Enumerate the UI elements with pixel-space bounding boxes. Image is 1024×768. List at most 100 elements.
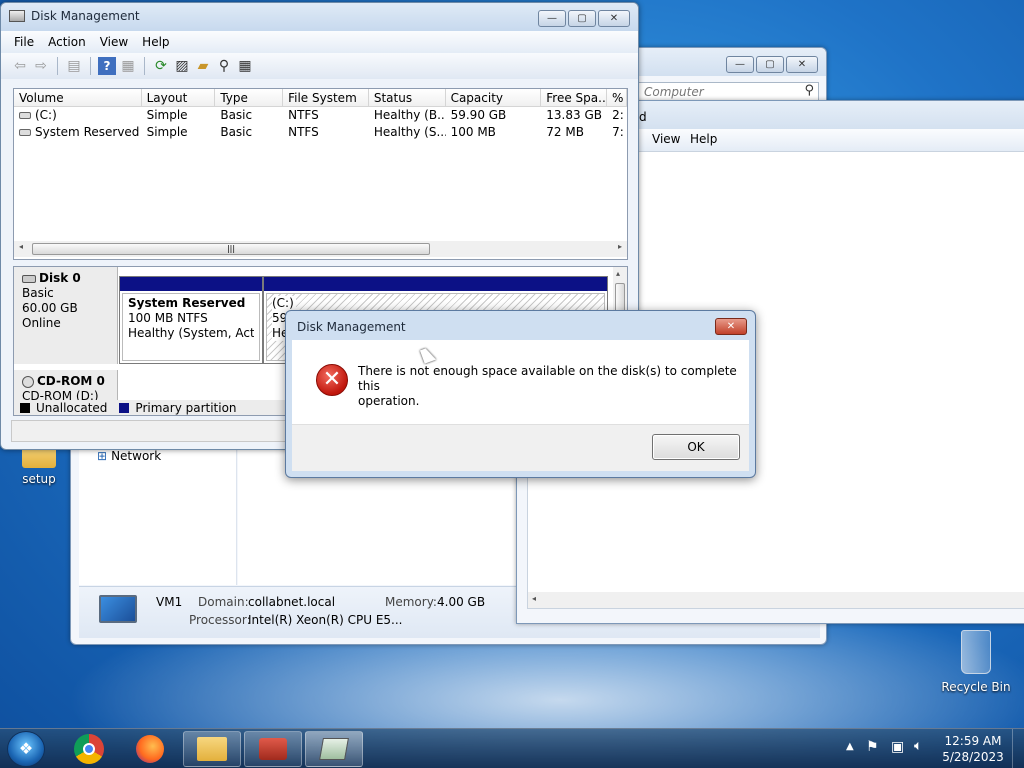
col-header-percent-free[interactable]: % — [607, 89, 627, 106]
start-button[interactable]: ❖ — [7, 731, 45, 767]
menu-view[interactable]: View — [652, 132, 680, 146]
dialog-message: There is not enough space available on t… — [358, 364, 738, 409]
toolbar-separator — [144, 57, 145, 75]
domain-value: collabnet.local — [248, 595, 336, 609]
action-center-icon[interactable]: ⚑ — [866, 739, 879, 755]
menu-help[interactable]: Help — [142, 35, 169, 49]
show-desktop-button[interactable] — [1012, 729, 1024, 768]
message-line-1: There is not enough space available on t… — [358, 364, 737, 393]
col-header-volume[interactable]: Volume — [14, 89, 142, 106]
scroll-left-arrow[interactable]: ◂ — [532, 594, 536, 603]
minimize-button[interactable]: — — [726, 56, 754, 73]
dialog-close-button[interactable]: ✕ — [715, 318, 747, 335]
legend-unallocated: Unallocated — [36, 400, 108, 415]
desktop-icon-recycle-bin[interactable]: Recycle Bin — [940, 630, 1012, 694]
free-space-cell: 72 MB — [546, 125, 584, 139]
menu-file[interactable]: File — [14, 35, 34, 49]
scroll-thumb[interactable]: ||| — [32, 243, 430, 255]
cdrom-name: CD-ROM 0 — [37, 374, 105, 388]
file-system-cell: NTFS — [288, 108, 319, 122]
col-header-layout[interactable]: Layout — [142, 89, 216, 106]
desktop-icon-setup[interactable]: setup — [14, 444, 64, 486]
drive-icon — [19, 112, 31, 119]
table-row[interactable]: (C:) Simple Basic NTFS Healthy (B... 59.… — [14, 107, 627, 124]
taskbar-server-manager[interactable] — [244, 731, 302, 767]
menu-action[interactable]: Action — [48, 35, 86, 49]
disk0-name: Disk 0 — [39, 271, 81, 285]
col-header-capacity[interactable]: Capacity — [446, 89, 542, 106]
menu-help[interactable]: Help — [690, 132, 717, 146]
volume-cell: System Reserved — [14, 124, 142, 141]
legend-swatch-unallocated — [20, 402, 30, 413]
cdrom-title: CD-ROM 0 — [22, 374, 109, 389]
properties-icon[interactable]: ▦ — [119, 57, 137, 75]
partition-body: System Reserved 100 MB NTFS Healthy (Sys… — [122, 293, 260, 361]
taskbar-chrome[interactable] — [60, 731, 118, 767]
open-folder-icon[interactable]: ▰ — [194, 57, 212, 75]
volume-list-panel: Volume Layout Type File System Status Ca… — [13, 88, 628, 260]
table-row[interactable]: System Reserved Simple Basic NTFS Health… — [14, 124, 627, 141]
toolbar-separator — [57, 57, 58, 75]
volume-list-hscrollbar[interactable]: ◂ ||| ▸ — [14, 241, 627, 257]
capacity-cell: 59.90 GB — [450, 108, 507, 122]
explore-icon[interactable]: ⚲ — [215, 57, 233, 75]
network-tray-icon[interactable]: ▣ — [891, 739, 904, 755]
front-hscrollbar[interactable]: ◂ — [528, 592, 1024, 608]
disk-management-icon — [319, 738, 349, 760]
search-box[interactable]: Computer ⚲ — [637, 82, 819, 102]
minimize-button[interactable]: — — [538, 10, 566, 27]
nav-item-network[interactable]: ⊞ Network — [97, 449, 161, 463]
dialog-footer: OK — [292, 424, 749, 471]
close-button[interactable]: ✕ — [598, 10, 630, 27]
col-header-status[interactable]: Status — [369, 89, 446, 106]
partition-header-bar — [264, 277, 607, 291]
percent-free-cell: 2: — [612, 108, 624, 122]
memory-value: 4.00 GB — [437, 595, 486, 609]
maximize-button[interactable]: ▢ — [568, 10, 596, 27]
partition-name: (C:) — [272, 296, 296, 311]
search-icon: ⚲ — [804, 83, 814, 98]
free-space-cell: 13.83 GB — [546, 108, 602, 122]
status-cell: Healthy (S... — [373, 125, 446, 139]
maximize-button[interactable]: ▢ — [756, 56, 784, 73]
toolbar-separator — [90, 57, 91, 75]
disk0-label[interactable]: Disk 0 Basic 60.00 GB Online — [14, 267, 118, 364]
menu-view[interactable]: View — [100, 35, 128, 49]
volume-icon[interactable]: 🔈︎ — [914, 738, 922, 754]
properties-sheet-icon[interactable]: ▦ — [236, 57, 254, 75]
scroll-left-arrow[interactable]: ◂ — [19, 242, 23, 251]
dialog-body: ✕ There is not enough space available on… — [292, 340, 749, 424]
recycle-bin-icon — [961, 630, 991, 674]
mouse-cursor-icon — [419, 346, 437, 364]
scroll-right-arrow[interactable]: ▸ — [618, 242, 622, 251]
dialog-title: Disk Management — [297, 320, 406, 334]
show-hide-tree-icon[interactable]: ▤ — [65, 57, 83, 75]
error-icon: ✕ — [316, 364, 348, 396]
rescan-disks-icon[interactable]: ▨ — [173, 57, 191, 75]
taskbar-firefox[interactable] — [121, 731, 179, 767]
firefox-icon — [136, 735, 164, 763]
clock[interactable]: 12:59 AM 5/28/2023 — [940, 733, 1006, 765]
help-icon[interactable]: ? — [98, 57, 116, 75]
tray-expand-icon[interactable]: ▲ — [846, 741, 854, 752]
back-arrow-icon[interactable]: ⇦ — [11, 57, 29, 75]
scroll-up-arrow[interactable]: ▴ — [616, 269, 620, 278]
col-header-type[interactable]: Type — [215, 89, 284, 106]
dm-menubar: File Action View Help — [1, 31, 638, 53]
domain-label: Domain: — [198, 595, 249, 609]
col-header-free-space[interactable]: Free Spa... — [541, 89, 608, 106]
forward-arrow-icon[interactable]: ⇨ — [32, 57, 50, 75]
cdrom-label[interactable]: CD-ROM 0 CD-ROM (D:) — [14, 370, 118, 400]
explorer-caption-buttons: — ▢ ✕ — [726, 56, 818, 73]
partition-system-reserved[interactable]: System Reserved 100 MB NTFS Healthy (Sys… — [119, 276, 263, 364]
taskbar-disk-management[interactable] — [305, 731, 363, 767]
disk0-status: Online — [22, 316, 61, 330]
close-button[interactable]: ✕ — [786, 56, 818, 73]
col-header-file-system[interactable]: File System — [283, 89, 369, 106]
partition-header-bar — [120, 277, 262, 291]
refresh-icon[interactable]: ⟳ — [152, 57, 170, 75]
ok-button[interactable]: OK — [652, 434, 740, 460]
disk0-type: Basic — [22, 286, 54, 300]
taskbar-explorer[interactable] — [183, 731, 241, 767]
partition-name: System Reserved — [128, 296, 246, 310]
